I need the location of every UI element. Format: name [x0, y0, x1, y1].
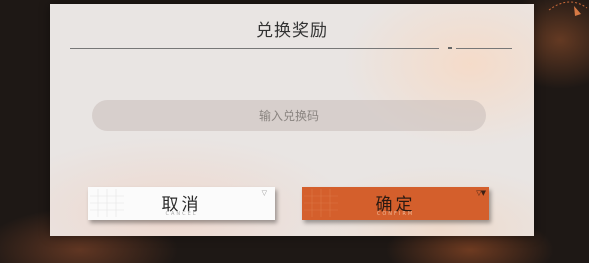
title-divider: [70, 48, 439, 49]
redeem-dialog: 兑换奖励 取消 CANCEL ▽ 确定 CONFIRM ▽▼: [50, 4, 534, 236]
confirm-button-sublabel: CONFIRM: [376, 211, 415, 217]
title-divider-short: [456, 48, 512, 49]
double-triangle-down-icon: ▽▼: [476, 189, 486, 197]
triangle-down-icon: ▽: [261, 189, 267, 197]
cancel-button[interactable]: 取消 CANCEL ▽: [88, 187, 275, 220]
dialog-title: 兑换奖励: [256, 21, 328, 41]
redeem-code-input[interactable]: [92, 100, 486, 131]
confirm-button[interactable]: 确定 CONFIRM ▽▼: [302, 187, 489, 220]
title-divider-dot: [448, 47, 452, 49]
cancel-button-sublabel: CANCEL: [165, 211, 198, 217]
